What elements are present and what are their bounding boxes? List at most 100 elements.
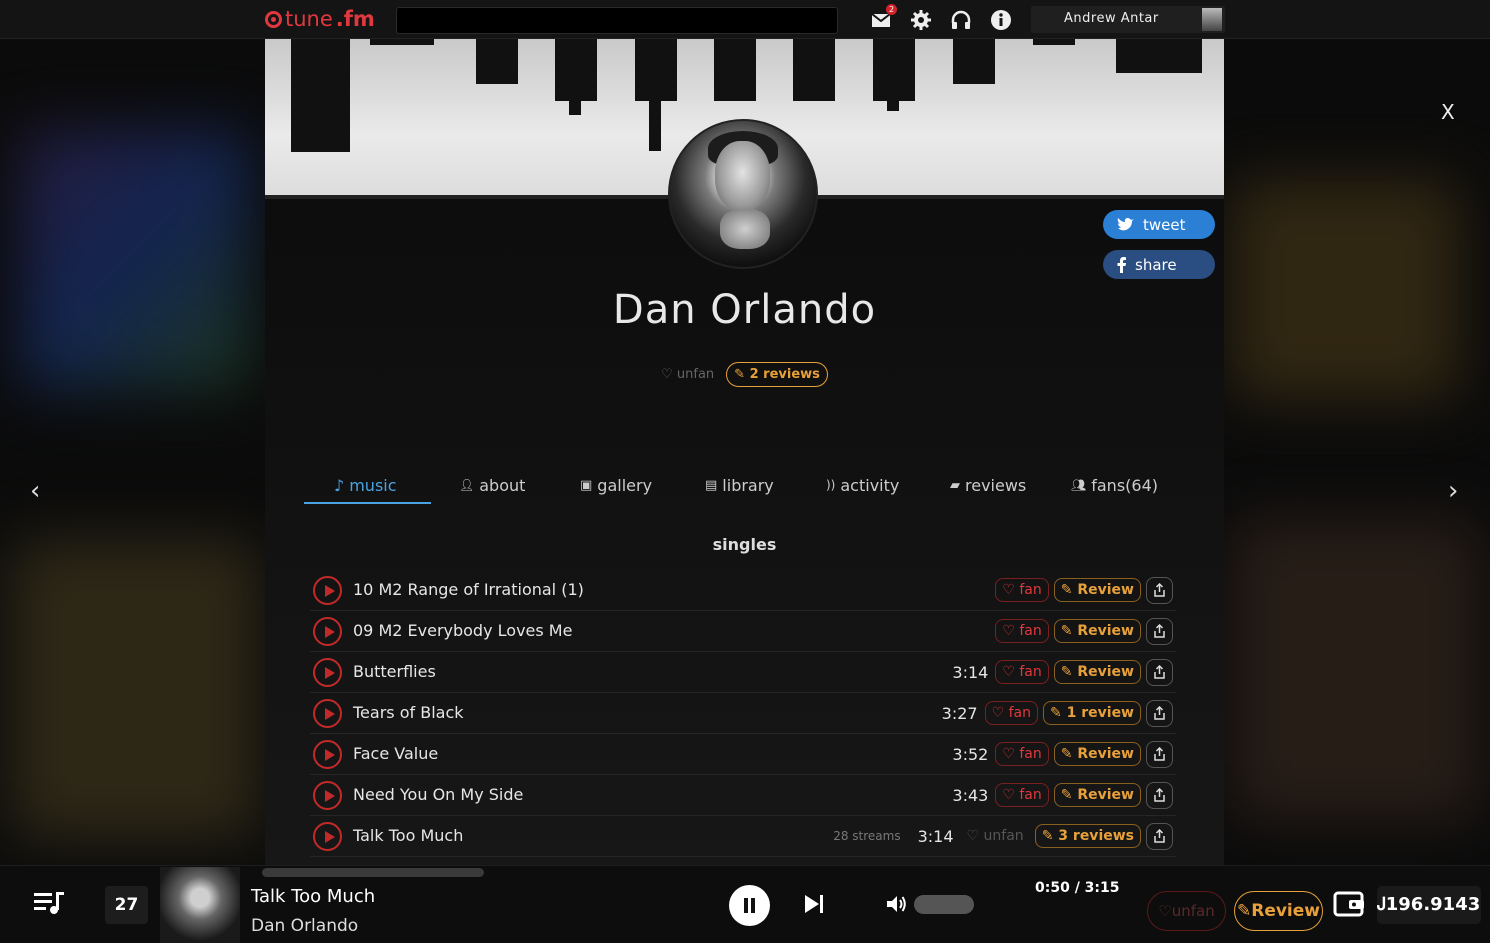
previous-arrow[interactable]: ‹ [30, 476, 40, 506]
play-button[interactable] [313, 699, 342, 728]
tab-label: about [479, 475, 526, 495]
fan-button[interactable]: ♡ fan [995, 619, 1049, 643]
tab-gallery[interactable]: ▣ gallery [580, 470, 652, 500]
facebook-share-button[interactable]: share [1103, 250, 1215, 279]
fan-button[interactable]: ♡ fan [984, 701, 1039, 725]
player-unfan-label: unfan [1171, 902, 1215, 920]
share-icon[interactable] [1146, 822, 1173, 850]
twitter-icon [1117, 217, 1134, 230]
tab-library[interactable]: ▤ library [705, 470, 774, 500]
track-title[interactable]: Talk Too Much [353, 826, 463, 845]
unfan-label: unfan [983, 828, 1024, 844]
track-duration: 3:27 [941, 703, 978, 723]
track-title[interactable]: Tears of Black [353, 703, 464, 722]
track-title[interactable]: Need You On My Side [353, 785, 523, 804]
tweet-button[interactable]: tweet [1103, 210, 1215, 239]
fan-button[interactable]: ♡ fan [995, 742, 1049, 766]
share-icon[interactable] [1146, 781, 1173, 809]
progress-bar[interactable] [262, 868, 484, 877]
review-label: Review [1077, 787, 1134, 803]
wallet-icon[interactable] [1333, 890, 1365, 918]
next-arrow[interactable]: › [1448, 476, 1458, 506]
section-title: singles [712, 535, 777, 554]
gear-icon[interactable] [910, 9, 932, 31]
user-menu[interactable]: Andrew Antar [1031, 6, 1225, 33]
review-button[interactable]: ✎ Review [1053, 742, 1141, 766]
unfan-button[interactable]: ♡ unfan [961, 825, 1030, 847]
user-avatar [1202, 8, 1222, 31]
queue-icon[interactable] [34, 890, 66, 916]
review-button[interactable]: ✎ Review [1053, 783, 1141, 807]
review-icon: ▰ [950, 477, 960, 493]
volume-icon[interactable] [886, 894, 908, 914]
track-title[interactable]: Face Value [353, 744, 438, 763]
play-button[interactable] [313, 658, 342, 687]
play-button[interactable] [313, 781, 342, 810]
user-name: Andrew Antar [1064, 11, 1159, 26]
tab-label: fans(64) [1091, 475, 1158, 495]
headphones-icon[interactable] [950, 9, 972, 31]
volume-slider[interactable] [914, 895, 974, 914]
share-icon[interactable] [1146, 740, 1173, 768]
fan-label: fan [1019, 623, 1042, 639]
track-list: 10 M2 Range of Irrational (1) ♡ fan ✎ Re… [310, 570, 1176, 857]
player-review-button[interactable]: ✎ Review [1234, 891, 1323, 931]
track-title[interactable]: Butterflies [353, 662, 436, 681]
review-button[interactable]: ✎ 3 reviews [1034, 824, 1141, 848]
image-icon: ▣ [580, 477, 593, 493]
rss-icon: )) [826, 478, 836, 492]
fan-label: fan [1019, 787, 1042, 803]
play-button[interactable] [313, 740, 342, 769]
review-button[interactable]: ✎ 1 review [1043, 701, 1141, 725]
fan-label: fan [1019, 664, 1042, 680]
now-playing-artist[interactable]: Dan Orlando [251, 916, 358, 936]
player-unfan-button[interactable]: ♡ unfan [1147, 891, 1226, 931]
artist-avatar [668, 119, 818, 269]
tab-fans[interactable]: 👥︎ fans(64) [1071, 470, 1158, 500]
review-button[interactable]: ✎ Review [1053, 660, 1141, 684]
search-input[interactable] [396, 7, 838, 34]
fan-label: fan [1008, 705, 1032, 721]
token-balance[interactable]: Ꭻ196.9143 [1377, 886, 1481, 924]
share-icon[interactable] [1146, 576, 1173, 604]
tab-music[interactable]: ♪ music [334, 470, 397, 500]
fan-button[interactable]: ♡ fan [995, 660, 1049, 684]
play-button[interactable] [313, 576, 342, 605]
music-note-icon: ♪ [334, 475, 345, 495]
player-bar: 27 Talk Too Much Dan Orlando 0:50 / 3:15… [0, 865, 1490, 943]
logo-mark-icon [265, 10, 282, 28]
info-icon[interactable] [990, 9, 1012, 31]
track-title[interactable]: 10 M2 Range of Irrational (1) [353, 580, 584, 599]
fan-button[interactable]: ♡ fan [995, 578, 1049, 602]
close-button[interactable]: X [1441, 100, 1455, 124]
person-icon: 👤︎ [459, 478, 475, 492]
share-icon[interactable] [1146, 617, 1173, 645]
share-icon[interactable] [1146, 699, 1173, 727]
tab-label: music [349, 475, 397, 495]
tab-activity[interactable]: )) activity [826, 470, 899, 500]
logo[interactable]: tune .fm [265, 7, 375, 31]
track-duration: 3:14 [952, 662, 989, 682]
play-button[interactable] [313, 822, 342, 851]
reviews-button[interactable]: ✎ 2 reviews [726, 362, 828, 387]
tab-label: reviews [965, 475, 1027, 495]
queue-count[interactable]: 27 [105, 886, 148, 924]
pause-button[interactable] [729, 885, 770, 926]
artist-profile-panel: tweet share Dan Orlando ♡ unfan ✎ 2 revi… [265, 39, 1224, 865]
logo-prefix: tune [285, 7, 333, 31]
table-row: Tears of Black 3:27 ♡ fan ✎ 1 review [310, 693, 1176, 734]
table-row: Talk Too Much 28 streams 3:14 ♡ unfan ✎ … [310, 816, 1176, 857]
fan-button[interactable]: ♡ fan [995, 783, 1049, 807]
tab-about[interactable]: 👤︎ about [459, 470, 525, 500]
active-tab-indicator [304, 502, 431, 504]
skip-next-icon[interactable] [803, 894, 825, 914]
review-button[interactable]: ✎ Review [1053, 578, 1141, 602]
library-icon: ▤ [705, 477, 718, 493]
review-button[interactable]: ✎ Review [1053, 619, 1141, 643]
unfan-button[interactable]: ♡ unfan [661, 367, 714, 382]
share-icon[interactable] [1146, 658, 1173, 686]
tab-reviews[interactable]: ▰ reviews [950, 470, 1026, 500]
track-title[interactable]: 09 M2 Everybody Loves Me [353, 621, 572, 640]
review-label: Review [1077, 582, 1134, 598]
play-button[interactable] [313, 617, 342, 646]
